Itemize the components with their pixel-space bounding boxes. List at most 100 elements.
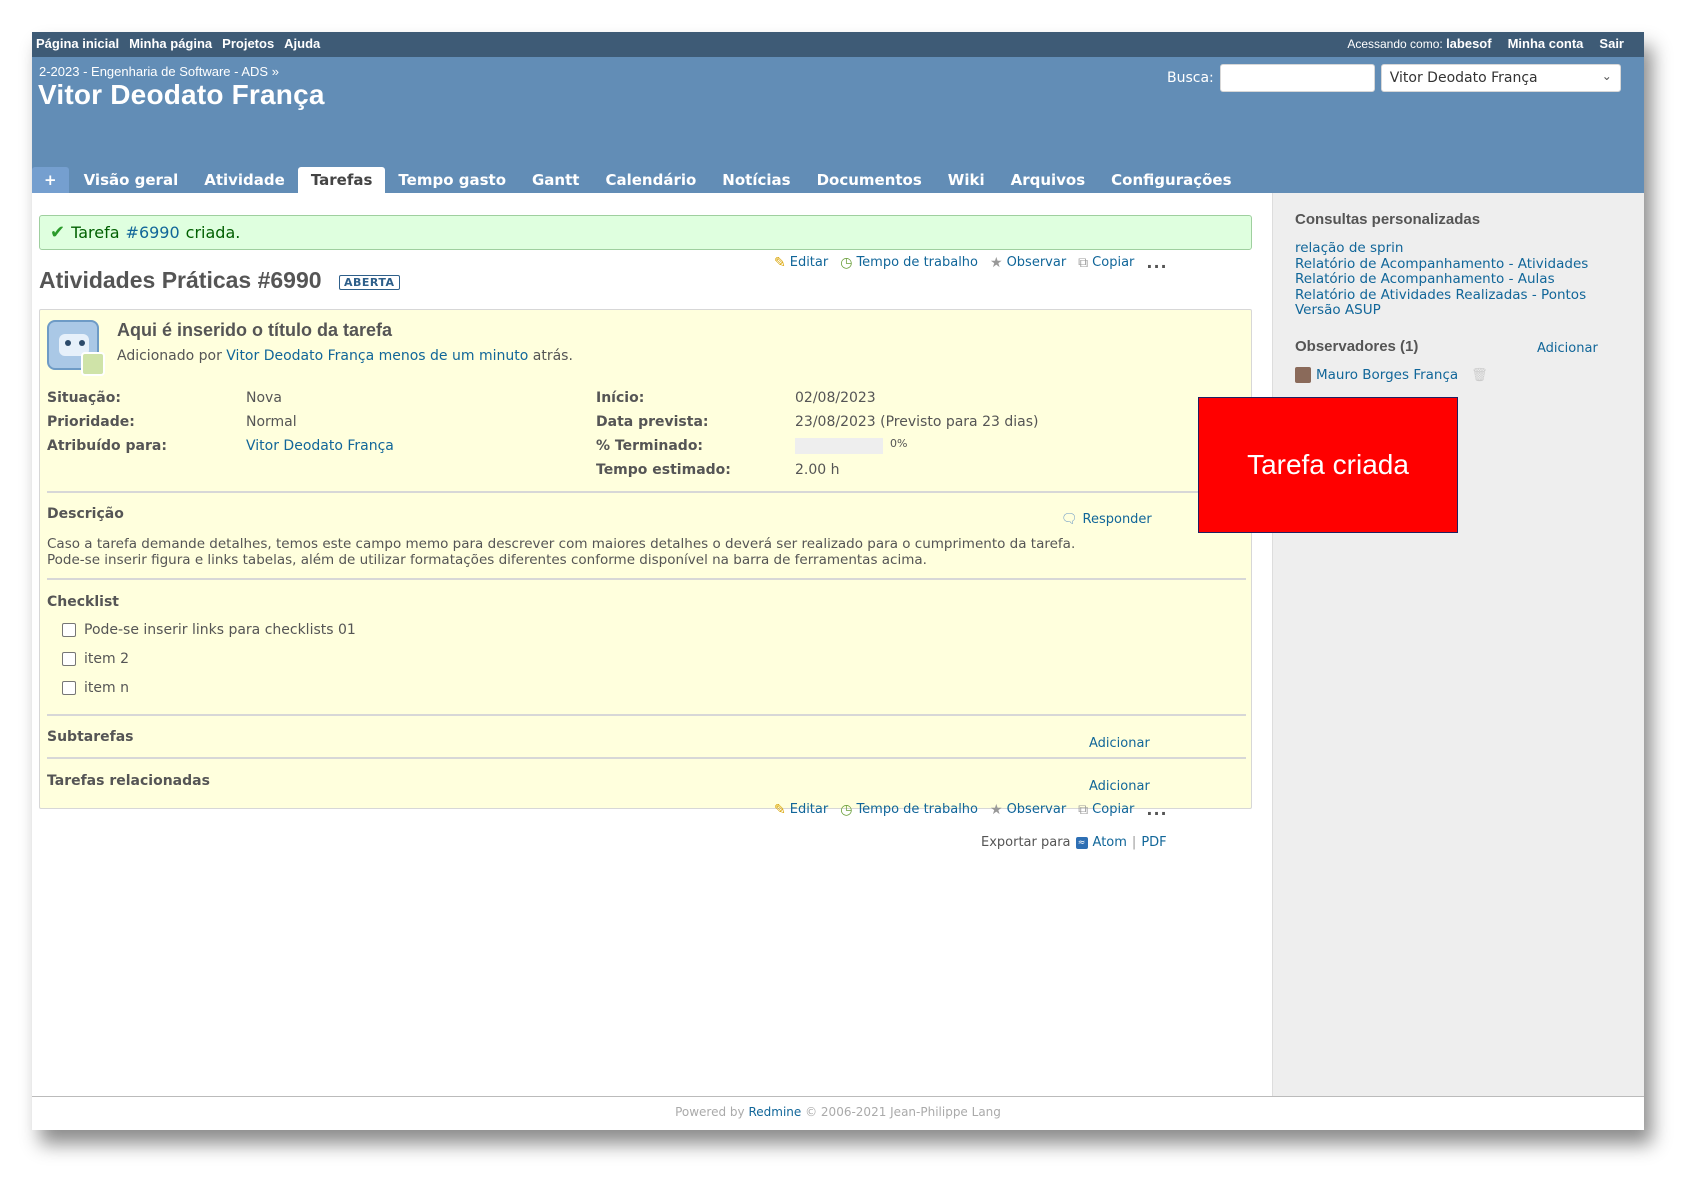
tab-issues[interactable]: Tarefas <box>297 167 386 193</box>
tab-settings[interactable]: Configurações <box>1098 167 1244 193</box>
checklist-item[interactable]: Pode-se inserir links para checklists 01 <box>62 622 356 638</box>
trash-icon[interactable]: 🗑 <box>1471 368 1488 383</box>
watcher-avatar <box>1295 367 1311 383</box>
star-icon: ★ <box>990 801 1003 818</box>
export-label: Exportar para <box>981 835 1071 850</box>
priority-label: Prioridade: <box>47 414 135 430</box>
tab-calendar[interactable]: Calendário <box>592 167 709 193</box>
footer: Powered by Redmine © 2006-2021 Jean-Phil… <box>32 1096 1644 1130</box>
flash-issue-link[interactable]: #6990 <box>126 223 180 242</box>
tab-documents[interactable]: Documentos <box>804 167 935 193</box>
query-link[interactable]: relação de sprin <box>1295 240 1403 256</box>
checklist-item-label: item 2 <box>84 651 129 667</box>
author-link[interactable]: Vitor Deodato França <box>226 348 374 364</box>
search-label: Busca: <box>1167 70 1214 86</box>
query-link[interactable]: Relatório de Atividades Realizadas - Pon… <box>1295 287 1586 303</box>
estimated-value: 2.00 h <box>795 462 840 478</box>
edit-button[interactable]: ✎ Editar <box>774 802 828 818</box>
description-title: Descrição <box>47 506 124 522</box>
breadcrumb[interactable]: 2-2023 - Engenharia de Software - ADS » <box>39 64 279 79</box>
sidebar: Consultas personalizadas relação de spri… <box>1272 193 1644 1096</box>
done-value: 0% <box>890 437 908 450</box>
relations-title: Tarefas relacionadas <box>47 773 210 789</box>
add-relation-link[interactable]: Adicionar <box>1089 779 1150 794</box>
query-link[interactable]: Versão ASUP <box>1295 302 1381 319</box>
export-atom-link[interactable]: Atom <box>1093 835 1127 850</box>
checklist-item[interactable]: item n <box>62 680 129 696</box>
app-window: Página inicial Minha página Projetos Aju… <box>32 32 1644 1130</box>
query-link[interactable]: Relatório de Acompanhamento - Aulas <box>1295 271 1555 287</box>
tab-files[interactable]: Arquivos <box>998 167 1099 193</box>
watch-label: Observar <box>1006 802 1067 817</box>
tab-activity[interactable]: Atividade <box>191 167 298 193</box>
add-watcher-link[interactable]: Adicionar <box>1537 341 1598 356</box>
export-pdf-link[interactable]: PDF <box>1141 835 1166 850</box>
search-input[interactable] <box>1219 64 1375 92</box>
copy-label: Copiar <box>1092 255 1135 270</box>
status-label: Situação: <box>47 390 121 406</box>
tab-gantt[interactable]: Gantt <box>519 167 592 193</box>
divider <box>47 491 1246 493</box>
log-time-button[interactable]: ◷ Tempo de trabalho <box>840 255 978 271</box>
assigned-user-link[interactable]: Vitor Deodato França <box>246 438 394 454</box>
footer-prefix: Powered by <box>675 1105 745 1119</box>
more-actions-button[interactable]: ... <box>1146 800 1167 819</box>
edit-button[interactable]: ✎ Editar <box>774 255 828 271</box>
watch-label: Observar <box>1006 255 1067 270</box>
avatar-badge-icon <box>81 352 105 376</box>
divider <box>47 714 1246 716</box>
added-suffix: atrás. <box>532 348 573 364</box>
edit-label: Editar <box>789 802 829 817</box>
copy-button[interactable]: ⧉ Copiar <box>1078 802 1134 818</box>
project-jump-select[interactable]: Vitor Deodato França ⌄ <box>1380 64 1621 92</box>
flash-suffix: criada. <box>185 223 241 242</box>
clock-add-icon: ◷ <box>840 254 853 271</box>
more-actions-button[interactable]: ... <box>1146 253 1167 272</box>
estimated-label: Tempo estimado: <box>596 462 731 478</box>
pencil-icon: ✎ <box>774 254 786 271</box>
added-time-link[interactable]: menos de um minuto <box>379 348 529 364</box>
description-line-1: Caso a tarefa demande detalhes, temos es… <box>47 536 1076 552</box>
logout-link[interactable]: Sair <box>1599 36 1624 51</box>
watch-button[interactable]: ★ Observar <box>990 255 1066 271</box>
checkbox[interactable] <box>62 623 76 637</box>
checkbox[interactable] <box>62 681 76 695</box>
issue-title: Atividades Práticas #6990 <box>39 267 322 293</box>
query-link[interactable]: Relatório de Acompanhamento - Atividades <box>1295 256 1588 272</box>
my-account-link[interactable]: Minha conta <box>1508 36 1584 51</box>
start-value: 02/08/2023 <box>795 390 876 406</box>
top-menu-help[interactable]: Ajuda <box>284 36 320 51</box>
annotation-callout: Tarefa criada <box>1198 397 1458 533</box>
copy-button[interactable]: ⧉ Copiar <box>1078 255 1134 271</box>
tab-wiki[interactable]: Wiki <box>935 167 998 193</box>
checkbox[interactable] <box>62 652 76 666</box>
due-value: 23/08/2023 (Previsto para 23 dias) <box>795 414 1039 430</box>
log-time-label: Tempo de trabalho <box>856 255 978 270</box>
top-menu-projects[interactable]: Projetos <box>222 36 274 51</box>
checkmark-icon: ✔ <box>50 222 66 243</box>
top-menu-my-page[interactable]: Minha página <box>129 36 212 51</box>
status-badge: ABERTA <box>339 275 400 290</box>
tab-news[interactable]: Notícias <box>709 167 803 193</box>
copy-icon: ⧉ <box>1078 254 1089 271</box>
comment-icon: 🗨 <box>1061 512 1078 527</box>
export-links: Exportar para ≈ Atom | PDF <box>981 835 1167 850</box>
checklist-item-label: item n <box>84 680 129 696</box>
watcher-link[interactable]: Mauro Borges França <box>1316 367 1458 383</box>
log-time-button[interactable]: ◷ Tempo de trabalho <box>840 802 978 818</box>
export-separator: | <box>1131 835 1137 850</box>
logged-user-link[interactable]: labesof <box>1446 36 1492 51</box>
queries-list: relação de sprin Relatório de Acompanham… <box>1295 240 1588 319</box>
new-object-button[interactable]: + <box>32 167 69 193</box>
watch-button[interactable]: ★ Observar <box>990 802 1066 818</box>
add-subtask-link[interactable]: Adicionar <box>1089 736 1150 751</box>
issue-actions-top: ✎ Editar ◷ Tempo de trabalho ★ Observar … <box>774 253 1168 272</box>
checklist-item[interactable]: item 2 <box>62 651 129 667</box>
divider <box>47 578 1246 580</box>
tab-overview[interactable]: Visão geral <box>71 167 192 193</box>
reply-button[interactable]: 🗨 Responder <box>1061 512 1152 527</box>
copy-icon: ⧉ <box>1078 801 1089 818</box>
top-menu-home[interactable]: Página inicial <box>36 36 119 51</box>
tab-time-entries[interactable]: Tempo gasto <box>385 167 519 193</box>
redmine-link[interactable]: Redmine <box>748 1105 801 1119</box>
